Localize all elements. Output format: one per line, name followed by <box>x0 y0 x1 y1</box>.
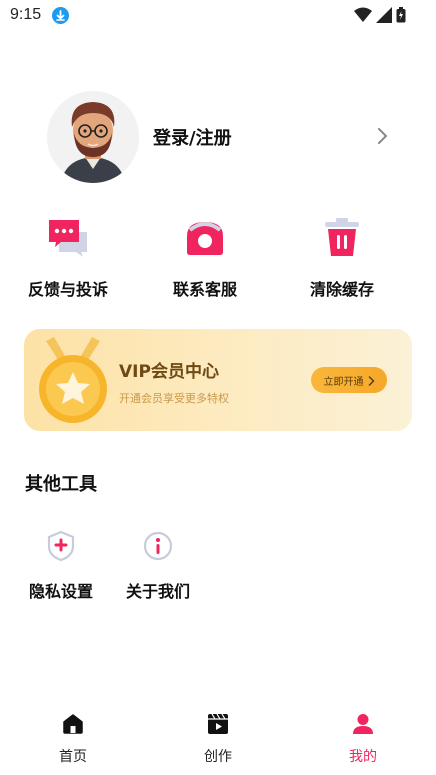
clear-cache-button[interactable]: 清除缓存 <box>277 216 407 300</box>
privacy-settings-label: 隐私设置 <box>28 582 93 601</box>
nav-mine[interactable]: 我的 <box>323 712 403 766</box>
about-us-button[interactable]: 关于我们 <box>113 530 203 602</box>
nav-home[interactable]: 首页 <box>33 712 113 766</box>
trash-icon <box>277 216 407 262</box>
status-time: 9:15 <box>10 6 42 23</box>
status-icons <box>354 7 406 27</box>
feedback-label: 反馈与投诉 <box>27 280 108 299</box>
signal-icon <box>376 7 392 27</box>
vip-card[interactable]: VIP会员中心 开通会员享受更多特权 立即开通 <box>24 329 412 431</box>
vip-open-label: 立即开通 <box>323 376 364 388</box>
download-icon <box>52 7 69 24</box>
about-us-label: 关于我们 <box>125 582 190 601</box>
battery-icon <box>396 7 406 27</box>
chevron-right-icon[interactable] <box>376 126 390 150</box>
login-register-link[interactable]: 登录/注册 <box>153 124 232 150</box>
user-icon <box>323 712 403 740</box>
medal-icon <box>36 337 110 429</box>
privacy-settings-button[interactable]: 隐私设置 <box>16 530 106 602</box>
nav-create[interactable]: 创作 <box>178 712 258 766</box>
wifi-icon <box>354 7 372 27</box>
bottom-navigation: 首页 创作 我的 <box>0 700 436 775</box>
nav-home-label: 首页 <box>59 749 87 765</box>
nav-mine-label: 我的 <box>349 749 377 765</box>
chat-icon <box>3 216 133 262</box>
avatar[interactable] <box>47 91 139 183</box>
vip-subtitle: 开通会员享受更多特权 <box>119 392 229 405</box>
feedback-complaint-button[interactable]: 反馈与投诉 <box>3 216 133 300</box>
home-icon <box>33 712 113 740</box>
vip-title: VIP会员中心 <box>119 362 219 382</box>
other-tools-title: 其他工具 <box>25 474 97 495</box>
info-icon <box>113 530 203 566</box>
chevron-right-icon <box>368 371 375 390</box>
shield-plus-icon <box>16 530 106 566</box>
clapperboard-icon <box>178 712 258 740</box>
vip-open-button[interactable]: 立即开通 <box>311 367 387 393</box>
phone-icon <box>140 216 270 262</box>
clear-cache-label: 清除缓存 <box>309 280 374 299</box>
contact-support-button[interactable]: 联系客服 <box>140 216 270 300</box>
status-bar: 9:15 <box>0 0 436 32</box>
contact-support-label: 联系客服 <box>172 280 237 299</box>
nav-create-label: 创作 <box>204 749 232 765</box>
